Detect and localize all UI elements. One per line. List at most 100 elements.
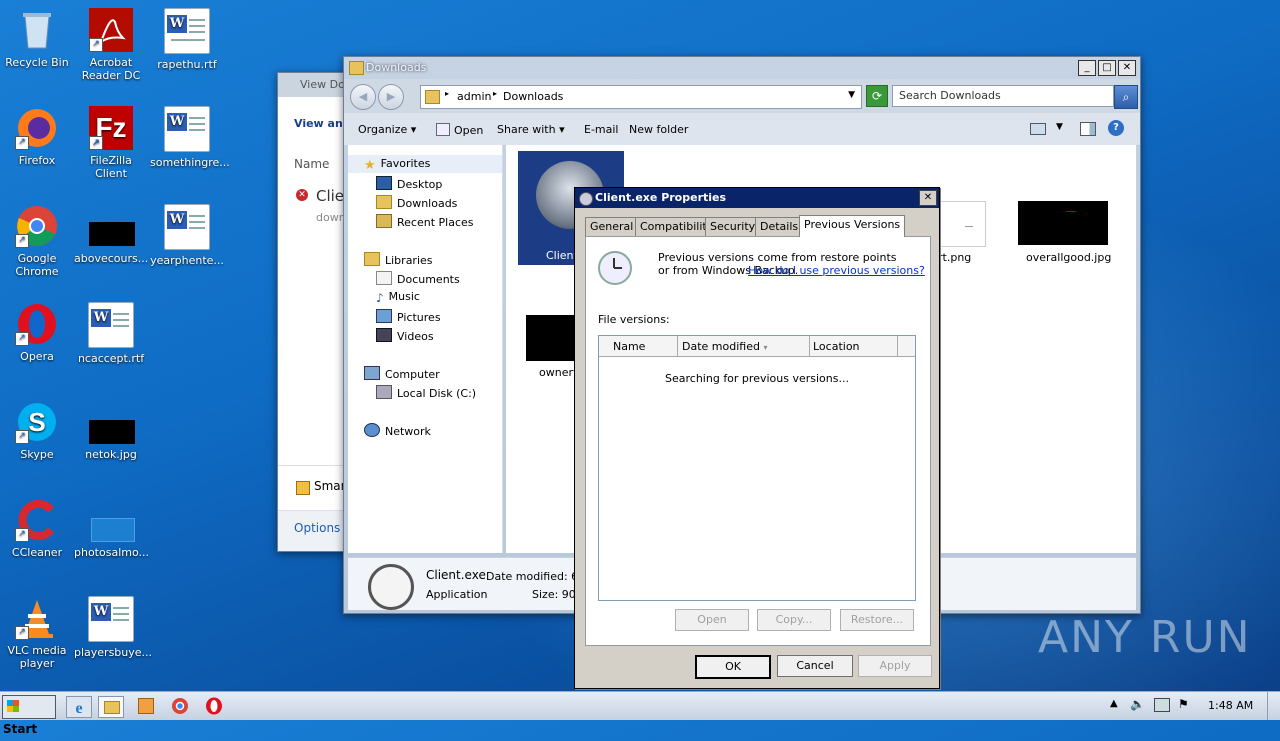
forward-button[interactable]: ▶: [378, 84, 404, 110]
file-item-overallgood[interactable]: [1018, 201, 1108, 245]
svg-text:S: S: [28, 407, 45, 437]
column-date-modified[interactable]: Date modified ▾: [682, 340, 767, 353]
nav-network[interactable]: Network: [364, 423, 431, 438]
media-player-icon[interactable]: [134, 696, 158, 716]
desktop-icon-skype[interactable]: S ↗ Skype: [0, 400, 74, 461]
preview-pane-icon[interactable]: [1080, 122, 1096, 136]
details-filename: Client.exe: [426, 568, 486, 582]
minimize-button[interactable]: _: [1078, 60, 1096, 76]
file-label-part-png: rt.png: [938, 251, 972, 264]
close-button[interactable]: ✕: [1118, 60, 1136, 76]
copy-version-button[interactable]: Copy...: [757, 609, 831, 631]
share-with-button[interactable]: Share with ▾: [497, 123, 565, 136]
tray-expand-icon[interactable]: ▲: [1110, 698, 1118, 709]
column-location[interactable]: Location: [813, 340, 860, 353]
desktop-icon-rapethu[interactable]: W rapethu.rtf: [150, 8, 224, 71]
nav-computer[interactable]: Computer: [364, 366, 440, 381]
breadcrumb-arrow-icon[interactable]: ▸: [493, 89, 497, 98]
organize-button[interactable]: Organize ▾: [358, 123, 416, 136]
nav-desktop[interactable]: Desktop: [376, 176, 442, 191]
nav-recent-places[interactable]: Recent Places: [376, 214, 474, 229]
desktop-icon-recycle-bin[interactable]: Recycle Bin: [0, 8, 74, 69]
nav-local-disk[interactable]: Local Disk (C:): [376, 385, 476, 400]
desktop-icon-vlc[interactable]: ↗ VLC media player: [0, 596, 74, 670]
address-dropdown-icon[interactable]: ▼: [848, 90, 855, 100]
sort-arrow-icon: ▾: [763, 343, 768, 352]
documents-icon: [376, 271, 392, 285]
tab-details[interactable]: Details: [755, 217, 804, 236]
desktop-icon-abovecours[interactable]: abovecours...: [74, 204, 148, 265]
background-item[interactable]: Clie: [316, 187, 344, 205]
desktop-icon-playersbuye[interactable]: W playersbuye...: [74, 596, 152, 659]
tab-general[interactable]: General: [585, 217, 639, 236]
column-name[interactable]: Name: [613, 340, 645, 353]
folder-title-icon: [349, 61, 364, 75]
breadcrumb-downloads[interactable]: Downloads: [503, 90, 563, 103]
desktop-icon-acrobat[interactable]: ↗ Acrobat Reader DC: [74, 8, 148, 82]
desktop-icon-ccleaner[interactable]: ↗ CCleaner: [0, 498, 74, 559]
info-help-link[interactable]: How do I use previous versions?: [748, 264, 925, 277]
shortcut-arrow-icon: ↗: [15, 332, 29, 346]
search-input[interactable]: Search Downloads: [892, 85, 1114, 107]
help-icon[interactable]: ?: [1108, 120, 1124, 136]
refresh-button[interactable]: ⟳: [866, 85, 888, 107]
file-item-part-png[interactable]: [936, 201, 986, 247]
desktop-icon-label: Google Chrome: [15, 252, 59, 278]
open-button[interactable]: Open: [436, 123, 483, 137]
nav-music[interactable]: ♪ Music: [376, 290, 420, 305]
dialog-close-button[interactable]: ✕: [919, 190, 937, 206]
clock[interactable]: 1:48 AM: [1208, 699, 1253, 712]
background-options-link[interactable]: Options: [294, 521, 340, 535]
search-icon[interactable]: ⌕: [1114, 85, 1138, 109]
volume-icon[interactable]: 🔈: [1130, 697, 1145, 711]
properties-dialog[interactable]: Client.exe Properties ✕ General Compatib…: [574, 187, 940, 689]
skype-icon: S ↗: [15, 400, 59, 444]
nav-downloads[interactable]: Downloads: [376, 195, 457, 210]
network-tray-icon[interactable]: [1154, 698, 1170, 712]
desktop-icon-firefox[interactable]: ↗ Firefox: [0, 106, 74, 167]
view-dropdown-icon[interactable]: ▼: [1056, 122, 1063, 132]
view-options-icon[interactable]: [1030, 123, 1046, 135]
tab-security[interactable]: Security: [705, 217, 761, 236]
show-desktop-button[interactable]: [1267, 692, 1280, 720]
desktop-icon-photosalmo[interactable]: photosalmo...: [74, 498, 149, 559]
nav-videos[interactable]: Videos: [376, 328, 434, 343]
restore-version-button[interactable]: Restore...: [840, 609, 914, 631]
apply-button[interactable]: Apply: [858, 655, 932, 677]
cancel-button[interactable]: Cancel: [777, 655, 853, 677]
previous-versions-panel: Previous versions come from restore poin…: [585, 236, 931, 646]
desktop-icon-netok[interactable]: netok.jpg: [74, 400, 148, 461]
chrome-taskbar-icon[interactable]: [168, 696, 192, 716]
opera-taskbar-icon[interactable]: [202, 696, 226, 716]
desktop-icon-opera[interactable]: ↗ Opera: [0, 302, 74, 363]
desktop-icon-chrome[interactable]: ↗ Google Chrome: [0, 204, 74, 278]
desktop-icon-label: FileZilla Client: [90, 154, 132, 180]
nav-documents[interactable]: Documents: [376, 271, 460, 286]
shortcut-arrow-icon: ↗: [89, 38, 103, 52]
nav-favorites[interactable]: ★ Favorites: [364, 157, 430, 173]
shortcut-arrow-icon: ↗: [15, 626, 29, 640]
nav-libraries[interactable]: Libraries: [364, 252, 433, 267]
desktop-icon-label: abovecours...: [74, 252, 149, 265]
desktop-icon-ncaccept[interactable]: W ncaccept.rtf: [74, 302, 148, 365]
nav-pictures[interactable]: Pictures: [376, 309, 441, 324]
start-button[interactable]: Start: [2, 695, 56, 736]
file-item-ownery[interactable]: [526, 315, 576, 361]
breadcrumb-arrow-icon[interactable]: ▸: [445, 89, 449, 98]
ok-button[interactable]: OK: [695, 655, 771, 679]
open-version-button[interactable]: Open: [675, 609, 749, 631]
address-bar[interactable]: ▸ admin ▸ Downloads ▼: [420, 85, 862, 109]
versions-list[interactable]: Name Date modified ▾ Location Searching …: [598, 335, 916, 601]
action-center-flag-icon[interactable]: ⚑: [1178, 697, 1189, 711]
new-folder-button[interactable]: New folder: [629, 123, 688, 136]
tab-previous-versions[interactable]: Previous Versions: [799, 215, 906, 237]
explorer-taskbar-icon[interactable]: [98, 696, 124, 718]
breadcrumb-admin[interactable]: admin: [457, 90, 491, 103]
email-button[interactable]: E-mail: [584, 123, 619, 136]
desktop-icon-filezilla[interactable]: Fz ↗ FileZilla Client: [74, 106, 148, 180]
desktop-icon-yearphente[interactable]: W yearphente...: [150, 204, 224, 267]
back-button[interactable]: ◀: [350, 84, 376, 110]
ie-icon[interactable]: e: [66, 696, 92, 718]
maximize-button[interactable]: □: [1098, 60, 1116, 76]
desktop-icon-somethingre[interactable]: W somethingre...: [150, 106, 230, 169]
